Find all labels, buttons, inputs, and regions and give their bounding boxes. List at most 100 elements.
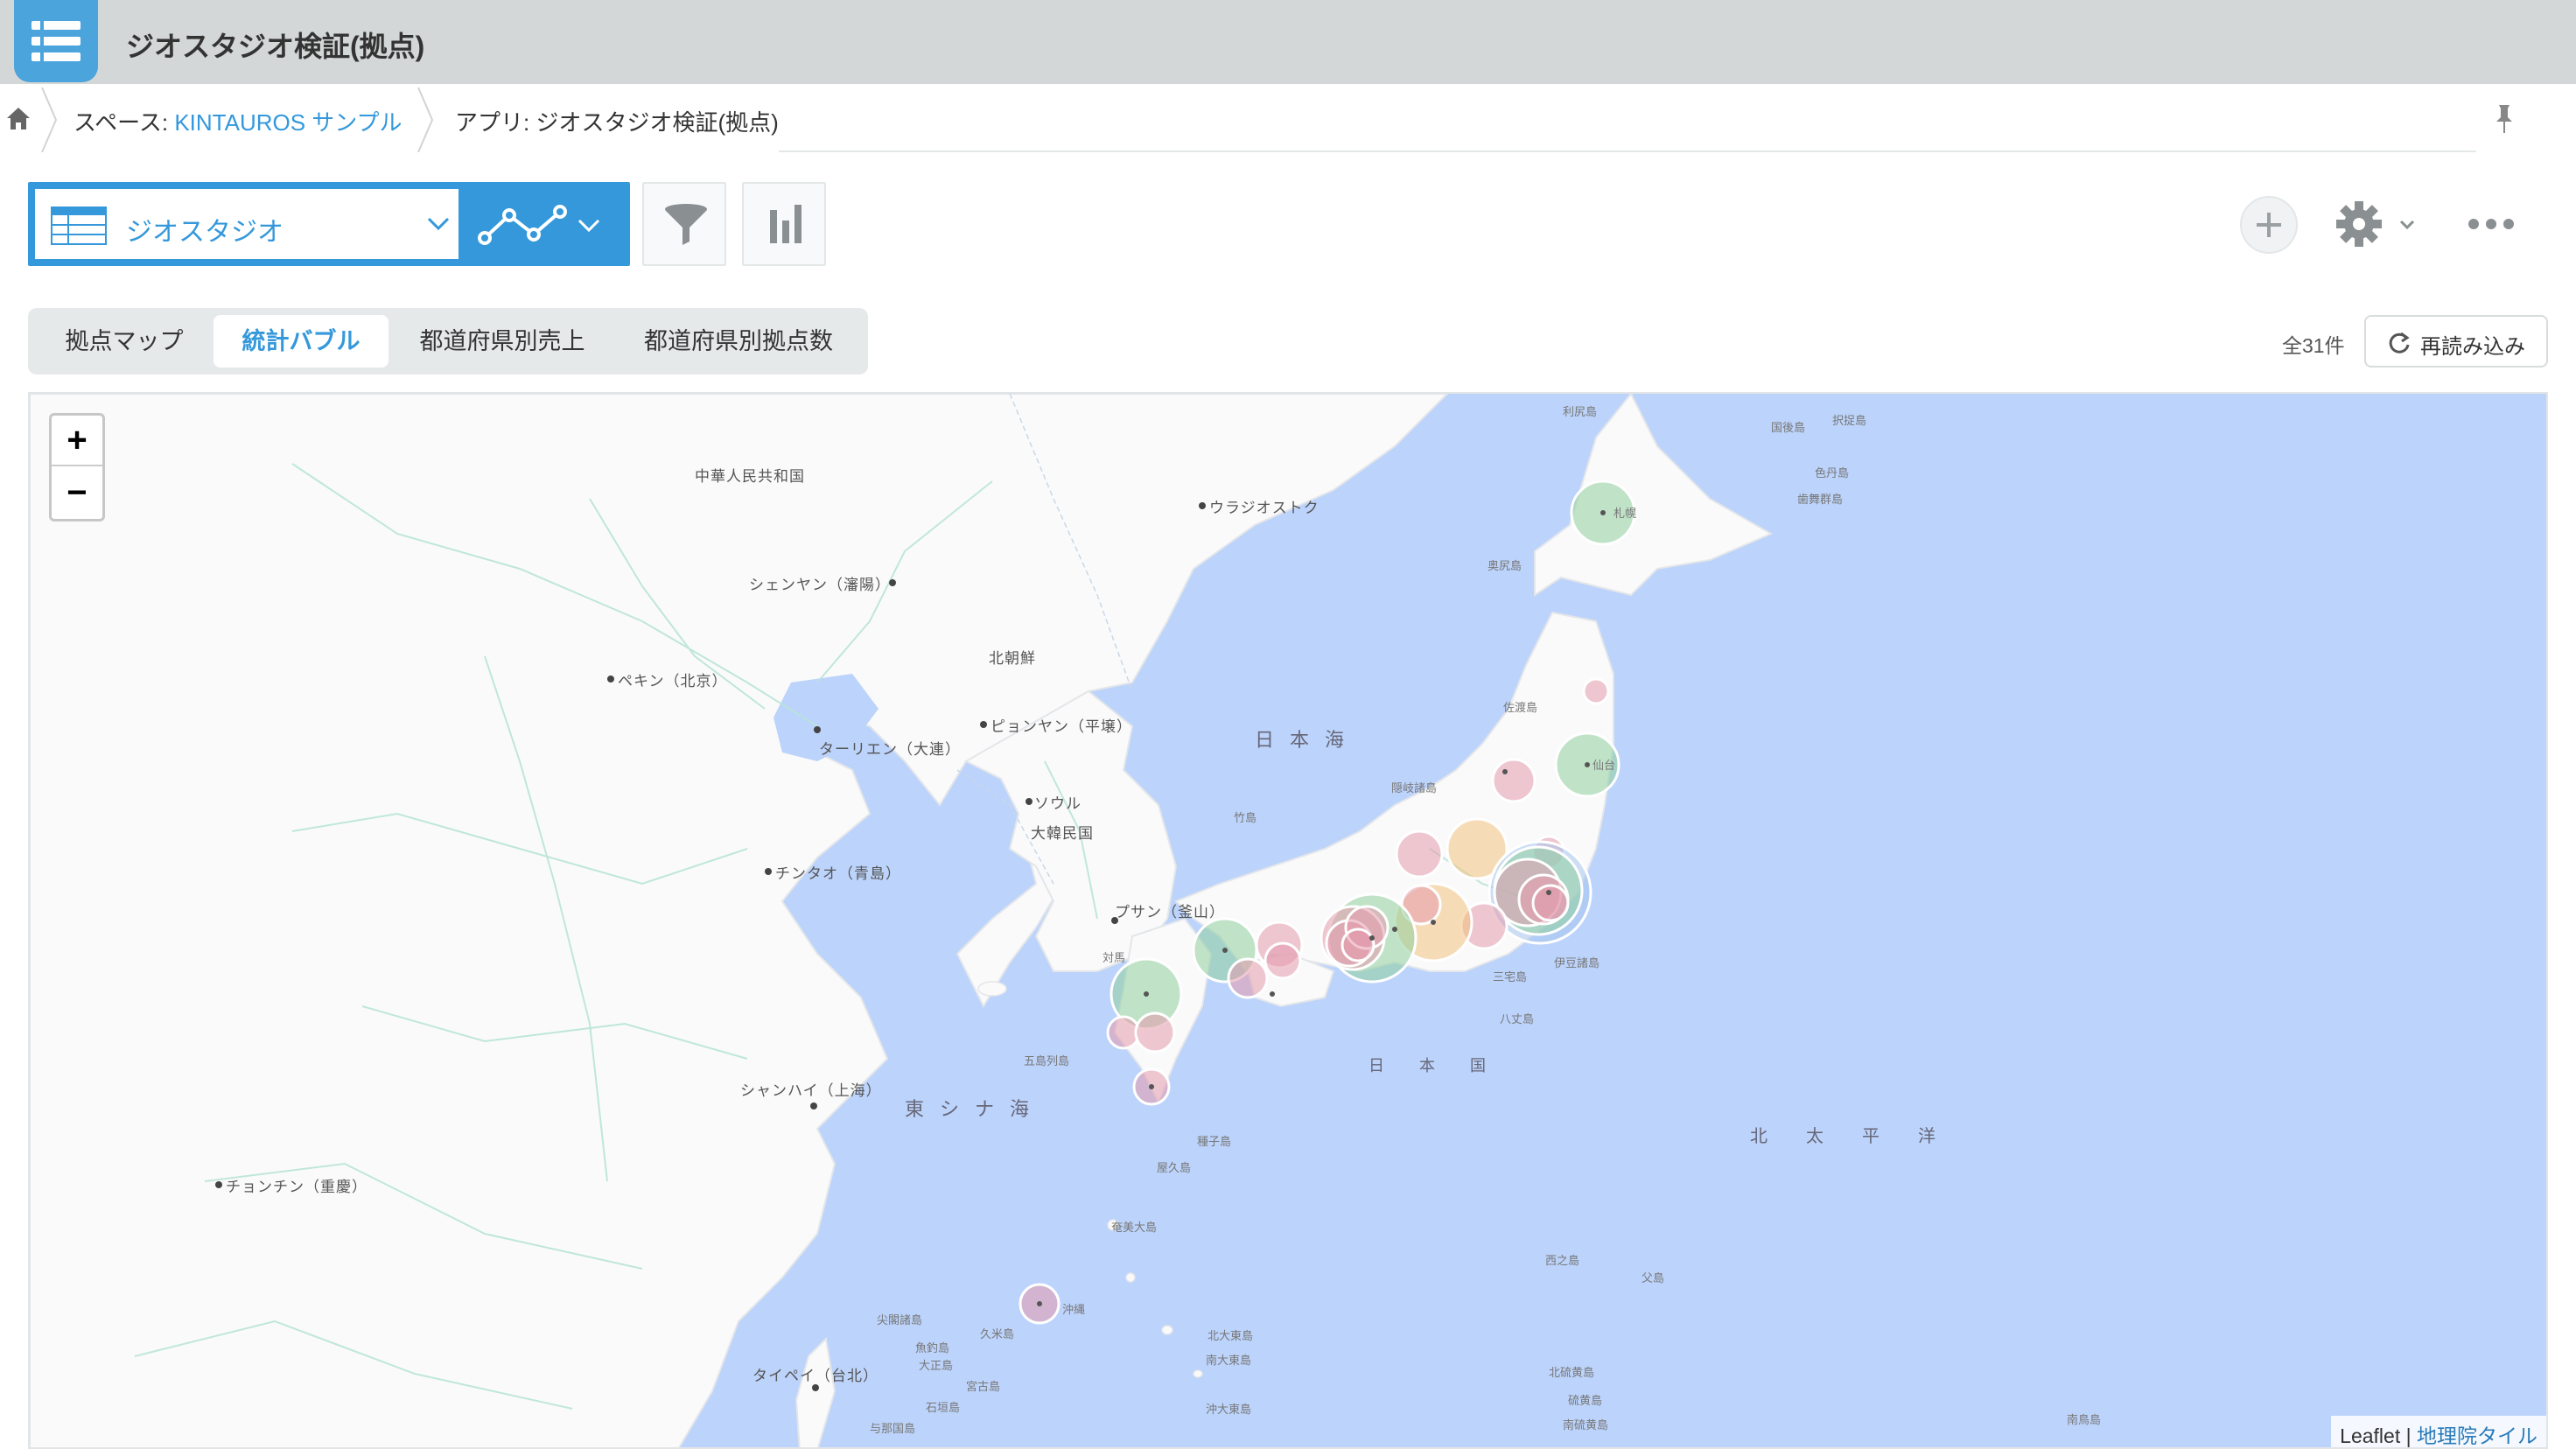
city-dot bbox=[1026, 798, 1032, 805]
island-label: 三宅島 bbox=[1493, 970, 1528, 984]
filter-button[interactable] bbox=[642, 182, 726, 266]
island-label: 択捉島 bbox=[1832, 414, 1867, 427]
island-label: 竹島 bbox=[1234, 811, 1257, 824]
tab-prefecture-count[interactable]: 都道府県別拠点数 bbox=[616, 315, 861, 368]
island-label: 沖大東島 bbox=[1206, 1403, 1252, 1416]
island-label: 大正島 bbox=[919, 1359, 954, 1372]
sea-label: 北太平洋 bbox=[1750, 1127, 1974, 1146]
app-title: ジオスタジオ検証(拠点) bbox=[126, 31, 425, 62]
breadcrumb-divider bbox=[779, 150, 2476, 152]
tab-base-map[interactable]: 拠点マップ bbox=[35, 315, 214, 368]
map-attribution: Leaflet | 地理院タイル bbox=[2331, 1416, 2546, 1447]
reload-button[interactable]: 再読み込み bbox=[2364, 315, 2548, 368]
city-dot bbox=[1199, 502, 1206, 509]
view-selector[interactable]: ジオスタジオ bbox=[28, 182, 630, 266]
zoom-in-button[interactable]: + bbox=[52, 416, 102, 466]
island-label: 屋久島 bbox=[1157, 1161, 1192, 1174]
city-label: 札幌 bbox=[1614, 507, 1637, 520]
island-label: 伊豆諸島 bbox=[1554, 956, 1600, 970]
tab-prefecture-sales[interactable]: 都道府県別売上 bbox=[388, 315, 616, 368]
tab-stats-bubble[interactable]: 統計バブル bbox=[214, 315, 388, 368]
chart-button[interactable] bbox=[742, 182, 826, 266]
island-label: 北硫黄島 bbox=[1549, 1366, 1595, 1379]
map-label: 北朝鮮 bbox=[989, 650, 1036, 667]
map-label: シャンハイ（上海） bbox=[740, 1082, 882, 1099]
line-graph-icon[interactable] bbox=[472, 200, 604, 252]
breadcrumb-app[interactable]: アプリ: ジオスタジオ検証(拠点) bbox=[455, 105, 779, 137]
island-label: 利尻島 bbox=[1563, 405, 1598, 418]
island-label: 石垣島 bbox=[926, 1401, 961, 1414]
breadcrumb-separator bbox=[417, 88, 434, 152]
add-record-button[interactable] bbox=[2240, 196, 2298, 254]
list-icon[interactable] bbox=[14, 0, 98, 82]
city-dot bbox=[812, 1384, 819, 1391]
island-label: 色丹島 bbox=[1815, 466, 1850, 480]
gsi-tiles-link[interactable]: 地理院タイル bbox=[2417, 1424, 2538, 1447]
island-label: 対馬 bbox=[1102, 951, 1126, 964]
map-label: チンタオ（青島） bbox=[775, 865, 901, 882]
table-grid-icon bbox=[51, 206, 107, 245]
breadcrumb-space-prefix: スペース: bbox=[74, 109, 175, 136]
view-tabs: 拠点マップ 統計バブル 都道府県別売上 都道府県別拠点数 bbox=[28, 308, 868, 374]
map-label: シェンヤン（瀋陽） bbox=[749, 577, 891, 593]
island-label: 国後島 bbox=[1771, 421, 1806, 434]
city-dot bbox=[215, 1181, 222, 1188]
reload-label: 再読み込み bbox=[2420, 335, 2525, 359]
map-basemap bbox=[30, 394, 1774, 1447]
island-label: 五島列島 bbox=[1024, 1054, 1070, 1068]
home-icon[interactable] bbox=[5, 105, 32, 131]
map-label: プサン（釜山） bbox=[1115, 904, 1225, 920]
sea-label: 東シナ海 bbox=[905, 1098, 1046, 1120]
island-label: 宮古島 bbox=[966, 1380, 1001, 1393]
island-label: 与那国島 bbox=[870, 1422, 916, 1435]
island-label: 硫黄島 bbox=[1568, 1394, 1603, 1407]
map-label: ペキン（北京） bbox=[618, 673, 728, 690]
map-label: チョンチン（重慶） bbox=[226, 1179, 368, 1195]
attribution-separator: | bbox=[2400, 1424, 2417, 1447]
app-header: ジオスタジオ検証(拠点) bbox=[0, 0, 2576, 84]
island-label: 久米島 bbox=[980, 1327, 1015, 1340]
chevron-down-icon bbox=[427, 217, 450, 231]
island-label: 歯舞群島 bbox=[1797, 493, 1844, 506]
breadcrumb-space-link[interactable]: KINTAUROS サンプル bbox=[174, 109, 402, 136]
island-label: 種子島 bbox=[1197, 1135, 1232, 1148]
map-label: 中華人民共和国 bbox=[695, 468, 805, 485]
record-count: 全31件 bbox=[2282, 334, 2345, 357]
island-label: 奥尻島 bbox=[1488, 559, 1522, 572]
city-dot bbox=[765, 868, 772, 875]
pin-icon[interactable] bbox=[2492, 103, 2516, 135]
map-label: 大韓民国 bbox=[1031, 825, 1094, 842]
chevron-down-icon[interactable] bbox=[2399, 219, 2415, 231]
refresh-icon bbox=[2389, 332, 2410, 354]
gear-icon[interactable] bbox=[2334, 200, 2384, 248]
city-dot bbox=[814, 726, 821, 733]
funnel-icon bbox=[665, 204, 707, 245]
island-label: 尖閣諸島 bbox=[877, 1313, 923, 1326]
island-label: 北大東島 bbox=[1208, 1329, 1254, 1342]
sea-label: 日本海 bbox=[1255, 729, 1361, 751]
map[interactable]: 中華人民共和国 ウラジオストク シェンヤン（瀋陽） ペキン（北京） 北朝鮮 ター… bbox=[28, 392, 2548, 1449]
island-label: 隠岐諸島 bbox=[1391, 781, 1438, 794]
view-dropdown[interactable]: ジオスタジオ bbox=[35, 189, 458, 259]
map-label: ターリエン（大連） bbox=[819, 741, 961, 758]
island-label: 魚釣島 bbox=[915, 1341, 950, 1354]
city-dot bbox=[810, 1102, 817, 1110]
city-dot bbox=[607, 676, 614, 682]
breadcrumb-space[interactable]: スペース: KINTAUROS サンプル bbox=[74, 105, 402, 137]
city-dot bbox=[980, 721, 987, 728]
city-label: 仙台 bbox=[1592, 759, 1616, 772]
leaflet-link[interactable]: Leaflet bbox=[2340, 1424, 2400, 1447]
map-label: ウラジオストク bbox=[1209, 500, 1320, 516]
view-name: ジオスタジオ bbox=[126, 218, 284, 247]
zoom-control: + − bbox=[49, 413, 105, 522]
island-label: 南鳥島 bbox=[2067, 1413, 2102, 1426]
plus-icon bbox=[2257, 213, 2281, 237]
island-label: 佐渡島 bbox=[1503, 701, 1538, 714]
island-label: 西之島 bbox=[1545, 1254, 1580, 1267]
island-label: 南硫黄島 bbox=[1563, 1418, 1609, 1432]
zoom-out-button[interactable]: − bbox=[52, 468, 102, 519]
island-label: 沖縄 bbox=[1062, 1303, 1086, 1316]
island-label: 奄美大島 bbox=[1111, 1221, 1158, 1234]
map-label: ソウル bbox=[1034, 795, 1082, 812]
ellipsis-icon[interactable] bbox=[2468, 215, 2515, 233]
